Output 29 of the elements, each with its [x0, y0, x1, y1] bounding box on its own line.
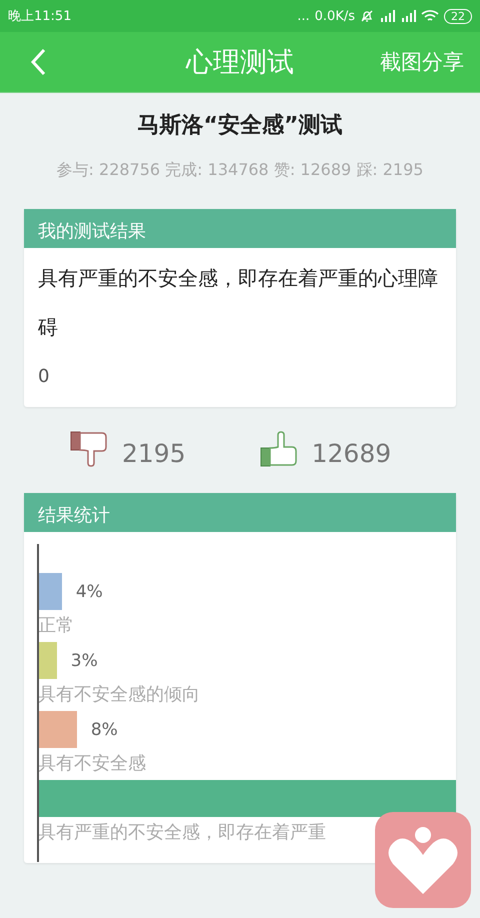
percent-label: 3%: [70, 650, 98, 670]
back-icon[interactable]: [30, 48, 46, 76]
thumbs-up-icon[interactable]: [260, 431, 298, 467]
test-title: 马斯洛“安全感”测试: [136, 112, 344, 140]
heart-app-icon[interactable]: [375, 812, 471, 908]
card-header: 我的测试结果: [24, 209, 456, 248]
page-title: 心理测试: [186, 46, 294, 80]
battery-indicator: 22: [444, 8, 472, 24]
notification-dots: ...: [297, 8, 310, 24]
result-label: 正常: [38, 614, 75, 638]
result-label: 具有严重的不安全感，即存在着严重: [38, 821, 327, 845]
result-score: 0: [37, 365, 50, 389]
dislike-count: 2195: [122, 441, 186, 467]
card-header: 结果统计: [24, 493, 456, 532]
signal-icon: [379, 10, 395, 22]
signal-icon: [400, 10, 416, 22]
like-count: 12689: [312, 441, 392, 467]
status-time: 晚上11:51: [8, 8, 72, 25]
percent-label: 4%: [76, 582, 103, 602]
network-speed: 0.0K/s: [314, 8, 355, 24]
thumbs-down-icon[interactable]: [70, 431, 108, 467]
result-label: 具有不安全感: [38, 752, 147, 776]
percent-label: 8%: [90, 720, 118, 740]
wifi-icon: [421, 9, 439, 23]
stats-line: 参与: 228756 完成: 134768 赞: 12689 踩: 2195: [56, 160, 424, 181]
share-screenshot-link[interactable]: 截图分享: [380, 48, 464, 76]
bell-off-icon: [360, 9, 374, 23]
result-text: 具有严重的不安全感，即存在着严重的心理障碍: [37, 265, 439, 341]
result-label: 具有不安全感的倾向: [38, 683, 201, 707]
